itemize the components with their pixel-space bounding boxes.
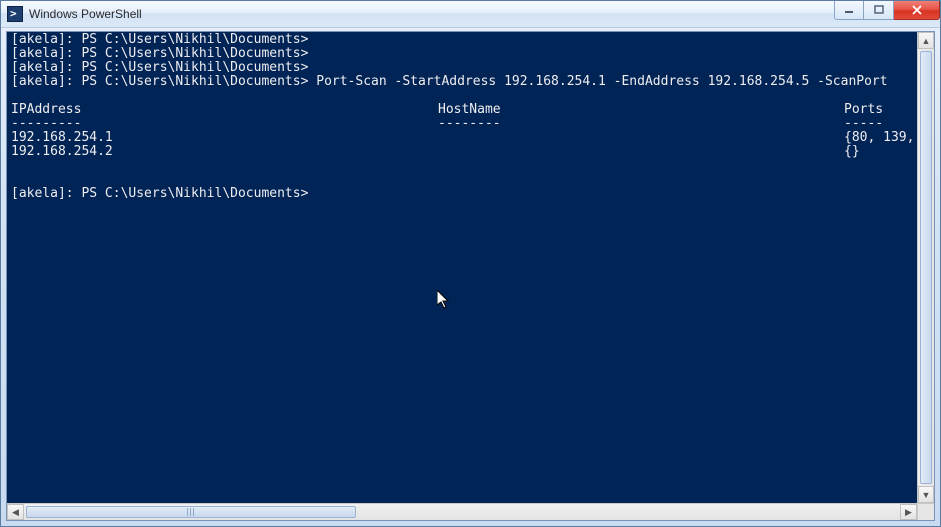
scroll-up-button[interactable]: ▲ (918, 32, 934, 49)
console-output[interactable]: [akela]: PS C:\Users\Nikhil\Documents> [… (7, 32, 917, 503)
title-bar[interactable]: Windows PowerShell (1, 1, 940, 28)
vertical-scrollbar[interactable]: ▲ ▼ (917, 32, 934, 503)
scrollbar-corner (917, 504, 934, 520)
scroll-down-button[interactable]: ▼ (918, 486, 934, 503)
prompt-line: [akela]: PS C:\Users\Nikhil\Documents> (11, 60, 308, 75)
cell-ports: {80, 139, 445 (844, 131, 917, 145)
col-header-ip: IPAddress (11, 103, 438, 117)
prompt-line: [akela]: PS C:\Users\Nikhil\Documents> (11, 186, 316, 201)
powershell-icon (7, 6, 23, 22)
prompt-line: [akela]: PS C:\Users\Nikhil\Documents> P… (11, 74, 888, 89)
scroll-left-button[interactable]: ◀ (7, 504, 24, 520)
cell-ip: 192.168.254.1 (11, 131, 438, 145)
window-controls (834, 1, 940, 27)
powershell-window: Windows PowerShell [akela]: PS C:\Users\… (0, 0, 941, 527)
col-dash-ip: --------- (11, 117, 438, 131)
close-button[interactable] (894, 1, 940, 20)
maximize-icon (874, 5, 884, 15)
scroll-right-button[interactable]: ▶ (900, 504, 917, 520)
cell-ports: {} (844, 145, 860, 159)
vertical-scroll-thumb[interactable] (920, 51, 932, 484)
col-dash-ports: ----- (844, 117, 883, 131)
window-title: Windows PowerShell (29, 7, 142, 21)
console-frame: [akela]: PS C:\Users\Nikhil\Documents> [… (6, 31, 935, 521)
maximize-button[interactable] (864, 1, 894, 20)
minimize-icon (844, 5, 854, 15)
minimize-button[interactable] (834, 1, 864, 20)
prompt-line: [akela]: PS C:\Users\Nikhil\Documents> (11, 32, 308, 47)
cell-ip: 192.168.254.2 (11, 145, 438, 159)
col-dash-host: -------- (438, 117, 844, 131)
prompt-line: [akela]: PS C:\Users\Nikhil\Documents> (11, 46, 308, 61)
col-header-ports: Ports (844, 103, 883, 117)
horizontal-scrollbar[interactable]: ◀ ▶ (7, 503, 934, 520)
horizontal-scroll-thumb[interactable] (26, 506, 356, 518)
close-icon (911, 5, 923, 15)
col-header-host: HostName (438, 103, 844, 117)
